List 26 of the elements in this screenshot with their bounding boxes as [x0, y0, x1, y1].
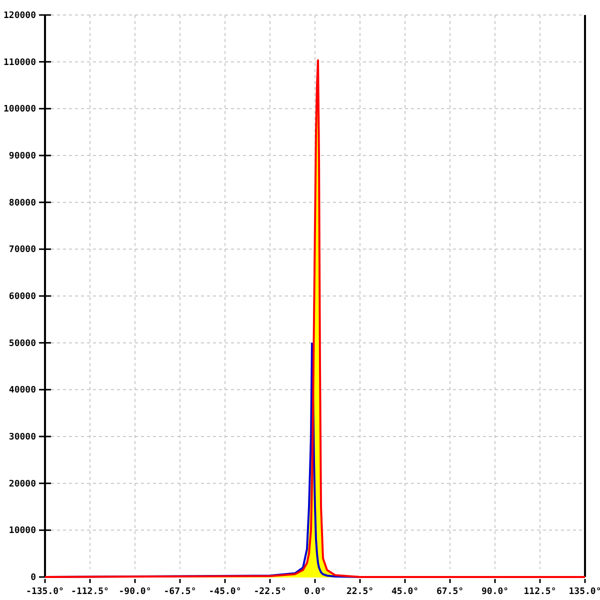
tick-label: -112.5°: [71, 587, 109, 597]
tick-label: 112.5°: [524, 587, 556, 597]
tick-label: 110000: [3, 58, 36, 68]
tick-label: -135.0°: [26, 587, 64, 597]
tick-label: 60000: [8, 292, 36, 302]
tick-label: 90000: [8, 152, 36, 162]
tick-label: 0.0°: [304, 587, 326, 597]
tick-label: 10000: [8, 526, 36, 536]
tick-label: -90.0°: [118, 587, 152, 597]
tick-label: -67.5°: [164, 587, 196, 597]
tick-label: 0: [30, 573, 36, 583]
tick-label: 120000: [3, 11, 36, 21]
tick-label: -22.5°: [254, 587, 286, 597]
tick-label: 90.0°: [481, 587, 509, 597]
tick-label: 70000: [8, 245, 36, 256]
tick-label: 135.0°: [568, 587, 600, 597]
tick-label: 45.0°: [391, 587, 419, 597]
tick-label: 40000: [8, 386, 36, 396]
tick-label: 80000: [8, 198, 36, 208]
tick-label: 100000: [3, 104, 36, 115]
tick-label: 30000: [8, 432, 36, 442]
tick-label: 22.5°: [346, 587, 374, 597]
tick-label: 20000: [8, 479, 36, 490]
tick-label: 50000: [8, 338, 36, 349]
tick-label: 67.5°: [436, 587, 464, 597]
tick-label: -45.0°: [208, 587, 242, 597]
